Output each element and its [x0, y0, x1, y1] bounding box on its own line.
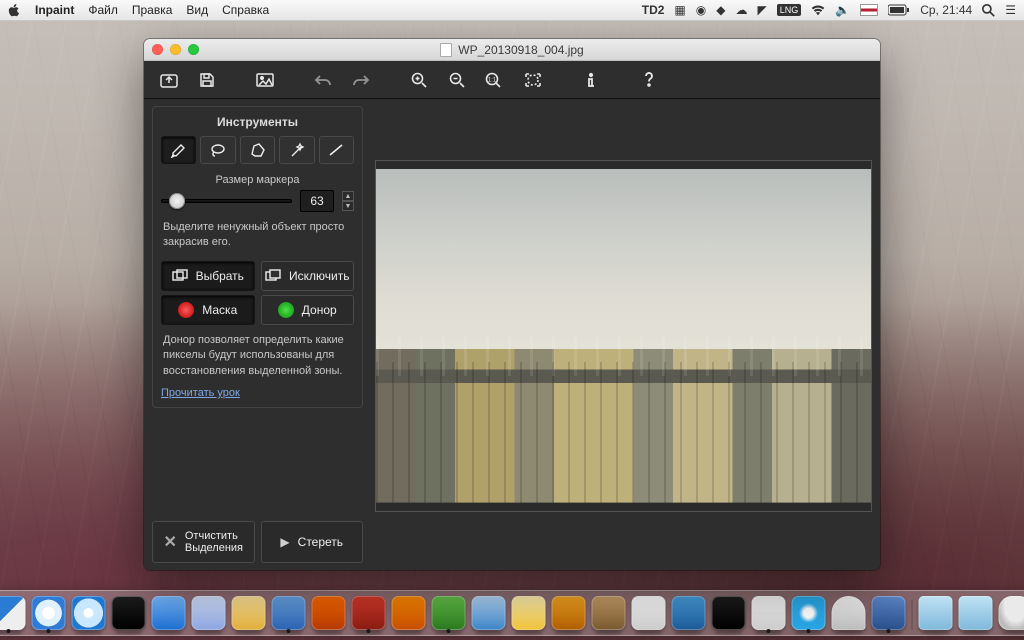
apple-icon: [8, 4, 21, 17]
marker-size-label: Размер маркера: [161, 174, 354, 186]
dock-app-6[interactable]: [192, 596, 226, 630]
spotlight-icon[interactable]: [982, 4, 995, 17]
dock-trash[interactable]: [999, 596, 1024, 630]
dock-app-16[interactable]: [592, 596, 626, 630]
donor-color-icon: [278, 302, 294, 318]
dock-app-4[interactable]: [112, 596, 146, 630]
menu-edit[interactable]: Правка: [132, 3, 173, 17]
hint-paint-object: Выделите ненужный объект просто закрасив…: [161, 212, 354, 257]
dock-skype[interactable]: [792, 596, 826, 630]
tool-polygon[interactable]: [240, 136, 275, 164]
redo-button[interactable]: [346, 68, 376, 92]
apple-menu[interactable]: [8, 4, 21, 17]
marker-size-stepper[interactable]: ▲▼: [342, 191, 354, 211]
battery-icon[interactable]: [888, 4, 910, 16]
zoom-fit-button[interactable]: [518, 68, 548, 92]
status-flag-icon[interactable]: ◤: [757, 3, 766, 17]
dock-itunes[interactable]: [72, 596, 106, 630]
menu-file[interactable]: Файл: [88, 3, 118, 17]
wifi-icon[interactable]: [811, 4, 825, 16]
notifications-icon[interactable]: ☰: [1005, 3, 1016, 17]
mask-button[interactable]: Маска: [161, 295, 255, 325]
dock-app-18[interactable]: [672, 596, 706, 630]
document-icon: [440, 43, 452, 57]
dock-finder[interactable]: [0, 596, 26, 630]
dock-separator: [912, 600, 913, 630]
dock-app-10[interactable]: [352, 596, 386, 630]
dock-app-13[interactable]: [472, 596, 506, 630]
td-indicator[interactable]: TD2: [642, 3, 665, 17]
help-button[interactable]: [634, 68, 664, 92]
menu-help[interactable]: Справка: [222, 3, 269, 17]
dock-app-20[interactable]: [752, 596, 786, 630]
tutorial-link[interactable]: Прочитать урок: [161, 387, 240, 399]
dock-app-12[interactable]: [432, 596, 466, 630]
image-viewport[interactable]: [375, 160, 872, 512]
hint-donor: Донор позволяет определить какие пикселы…: [161, 325, 354, 385]
dock-folder-2[interactable]: [959, 596, 993, 630]
close-icon: ✕: [163, 532, 176, 552]
picture-button[interactable]: [250, 68, 280, 92]
zoom-in-button[interactable]: [404, 68, 434, 92]
clear-selection-button[interactable]: ✕ ОтчиститьВыделения: [152, 521, 255, 563]
dock-app-14[interactable]: [512, 596, 546, 630]
canvas-area: [371, 99, 880, 570]
info-button[interactable]: [576, 68, 606, 92]
macos-menubar: Inpaint Файл Правка Вид Справка TD2 ▦ ◉ …: [0, 0, 1024, 21]
menu-view[interactable]: Вид: [186, 3, 208, 17]
erase-button[interactable]: ▶ Стереть: [261, 521, 364, 563]
window-titlebar[interactable]: WP_20130918_004.jpg: [144, 39, 880, 61]
tool-magic[interactable]: [279, 136, 314, 164]
keyboard-flag-icon[interactable]: [860, 4, 878, 16]
tools-panel: Инструменты Размер маркера 63 ▲▼ Выд: [152, 106, 363, 408]
tool-marker[interactable]: [161, 136, 196, 164]
dock-app-15[interactable]: [552, 596, 586, 630]
save-button[interactable]: [192, 68, 222, 92]
dock-app-9[interactable]: [312, 596, 346, 630]
select-mode-button[interactable]: Выбрать: [161, 261, 255, 291]
main-toolbar: 1:1: [144, 61, 880, 99]
tool-lasso[interactable]: [200, 136, 235, 164]
mask-color-icon: [178, 302, 194, 318]
exclude-mode-button[interactable]: Исключить: [261, 261, 355, 291]
menubar-clock[interactable]: Ср, 21:44: [920, 3, 972, 17]
zoom-actual-button[interactable]: 1:1: [480, 68, 510, 92]
dock-app-17[interactable]: [632, 596, 666, 630]
app-window: WP_20130918_004.jpg 1:1: [144, 39, 880, 570]
cloud-icon[interactable]: ☁: [735, 3, 747, 17]
svg-text:1:1: 1:1: [488, 77, 497, 83]
select-icon: [172, 269, 188, 283]
marker-size-slider[interactable]: [161, 197, 292, 205]
dock-app-5[interactable]: [152, 596, 186, 630]
dock-app-11[interactable]: [392, 596, 426, 630]
dock-app-8[interactable]: [272, 596, 306, 630]
sidebar: Инструменты Размер маркера 63 ▲▼ Выд: [144, 99, 371, 570]
undo-button[interactable]: [308, 68, 338, 92]
status-bullet-icon[interactable]: ◉: [696, 3, 706, 17]
donor-button[interactable]: Донор: [261, 295, 355, 325]
status-diamond-icon[interactable]: ◆: [716, 3, 725, 17]
macos-dock: [0, 590, 1024, 636]
tools-heading: Инструменты: [161, 115, 354, 129]
dock-app-23[interactable]: [872, 596, 906, 630]
edited-image: [376, 169, 871, 503]
app-menu[interactable]: Inpaint: [35, 3, 74, 17]
marker-size-value[interactable]: 63: [300, 190, 334, 212]
dock-folder-1[interactable]: [919, 596, 953, 630]
dock-app-19[interactable]: [712, 596, 746, 630]
volume-icon[interactable]: 🔈: [835, 3, 850, 17]
tool-line[interactable]: [319, 136, 354, 164]
dock-app-22[interactable]: [832, 596, 866, 630]
dock-safari[interactable]: [32, 596, 66, 630]
zoom-out-button[interactable]: [442, 68, 472, 92]
open-button[interactable]: [154, 68, 184, 92]
exclude-icon: [265, 269, 281, 283]
status-grid-icon[interactable]: ▦: [674, 3, 685, 17]
play-icon: ▶: [280, 535, 289, 549]
lang-indicator[interactable]: LNG: [777, 4, 802, 16]
window-title: WP_20130918_004.jpg: [144, 43, 880, 57]
dock-app-7[interactable]: [232, 596, 266, 630]
